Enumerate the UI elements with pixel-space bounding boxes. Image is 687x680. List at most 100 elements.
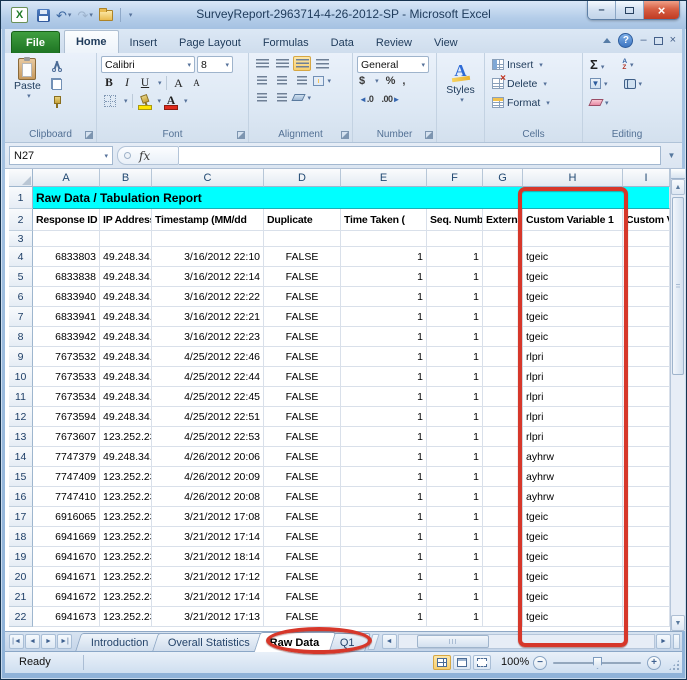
shrink-font-button[interactable]: A [189,75,205,91]
cell-D2[interactable]: Duplicate [264,209,341,231]
cell-A4[interactable]: 6833803 [33,247,100,267]
sort-filter-button[interactable]: AZ▾ [622,59,633,71]
cell-B7[interactable]: 49.248.34.202 [100,307,152,327]
scroll-up-button[interactable]: ▲ [671,179,685,195]
cell-B11[interactable]: 49.248.34.202 [100,387,152,407]
cell-E10[interactable]: 1 [341,367,427,387]
cell-E2[interactable]: Time Taken ( [341,209,427,231]
row-header-7[interactable]: 7 [9,307,33,327]
cell-F8[interactable]: 1 [427,327,483,347]
cell-H10[interactable]: rlpri [523,367,623,387]
zoom-slider-track[interactable] [553,662,641,664]
cell-E9[interactable]: 1 [341,347,427,367]
cell-H9[interactable]: rlpri [523,347,623,367]
insert-function-button[interactable]: fx [139,149,150,163]
cell-F18[interactable]: 1 [427,527,483,547]
cell-A16[interactable]: 7747410 [33,487,100,507]
increase-decimal-button[interactable]: ◄.0 [359,89,373,107]
cell-B2[interactable]: IP Address [100,209,152,231]
cell-D14[interactable]: FALSE [264,447,341,467]
formula-input[interactable] [179,146,661,165]
cell-I20[interactable] [623,567,670,587]
cell-B19[interactable]: 123.252.239.3 [100,547,152,567]
last-sheet-button[interactable]: ►| [57,634,72,649]
cell-I19[interactable] [623,547,670,567]
workbook-minimize-icon[interactable]: – [640,35,646,46]
cell-C17[interactable]: 3/21/2012 17:08 [152,507,264,527]
row-header-1[interactable]: 1 [9,187,33,209]
vertical-scroll-thumb[interactable] [672,197,684,375]
previous-sheet-button[interactable]: ◄ [25,634,40,649]
cell-F6[interactable]: 1 [427,287,483,307]
font-dialog-launcher[interactable] [237,131,245,139]
cell-G15[interactable] [483,467,523,487]
cell-I3[interactable] [623,231,670,247]
cell-C21[interactable]: 3/21/2012 17:14 [152,587,264,607]
cell-H6[interactable]: tgeic [523,287,623,307]
cell-D3[interactable] [264,231,341,247]
row-header-20[interactable]: 20 [9,567,33,587]
cell-I7[interactable] [623,307,670,327]
bottom-align-button[interactable] [293,56,311,71]
horizontal-scroll-track[interactable] [398,634,655,649]
cell-F11[interactable]: 1 [427,387,483,407]
decrease-indent-button[interactable] [253,90,271,105]
cell-A10[interactable]: 7673533 [33,367,100,387]
cell-F3[interactable] [427,231,483,247]
cell-A13[interactable]: 7673607 [33,427,100,447]
insert-cells-button[interactable]: Insert ▾ [492,56,578,73]
minimize-button[interactable]: – [588,1,616,19]
find-select-button[interactable]: ▾ [624,79,643,88]
cell-G20[interactable] [483,567,523,587]
cell-G11[interactable] [483,387,523,407]
column-header-F[interactable]: F [427,169,483,187]
vertical-scrollbar[interactable]: ▲ ▼ [670,169,685,631]
cell-D6[interactable]: FALSE [264,287,341,307]
borders-button[interactable] [101,93,119,109]
cell-C14[interactable]: 4/26/2012 20:06 [152,447,264,467]
cell-D19[interactable]: FALSE [264,547,341,567]
cell-F13[interactable]: 1 [427,427,483,447]
column-header-I[interactable]: I [623,169,670,187]
ribbon-tab-view[interactable]: View [423,32,469,53]
row-header-12[interactable]: 12 [9,407,33,427]
merge-center-button[interactable]: ▾ [313,73,331,88]
open-button[interactable] [98,6,114,24]
wrap-text-button[interactable] [313,56,331,71]
row-header-9[interactable]: 9 [9,347,33,367]
row-header-4[interactable]: 4 [9,247,33,267]
cell-H18[interactable]: tgeic [523,527,623,547]
cell-F5[interactable]: 1 [427,267,483,287]
cell-A19[interactable]: 6941670 [33,547,100,567]
cell-B22[interactable]: 123.252.239.3 [100,607,152,627]
cell-D11[interactable]: FALSE [264,387,341,407]
cell-B16[interactable]: 123.252.239.3 [100,487,152,507]
cell-B14[interactable]: 49.248.34.202 [100,447,152,467]
zoom-out-button[interactable]: − [533,656,547,670]
workbook-restore-icon[interactable] [654,37,663,45]
cell-E22[interactable]: 1 [341,607,427,627]
ribbon-tab-page-layout[interactable]: Page Layout [168,32,252,53]
cell-A21[interactable]: 6941672 [33,587,100,607]
cell-I11[interactable] [623,387,670,407]
horizontal-scroll-thumb[interactable] [417,635,489,648]
cell-D4[interactable]: FALSE [264,247,341,267]
cell-B9[interactable]: 49.248.34.202 [100,347,152,367]
row-header-22[interactable]: 22 [9,607,33,627]
row-header-3[interactable]: 3 [9,231,33,247]
cell-C15[interactable]: 4/26/2012 20:09 [152,467,264,487]
cell-C20[interactable]: 3/21/2012 17:12 [152,567,264,587]
cell-I18[interactable] [623,527,670,547]
column-header-E[interactable]: E [341,169,427,187]
cell-A1-merged-title[interactable]: Raw Data / Tabulation Report [33,187,670,209]
grow-font-button[interactable]: A [171,75,187,91]
underline-button[interactable]: U [137,75,153,91]
cell-D5[interactable]: FALSE [264,267,341,287]
paste-button[interactable]: Paste ▾ [9,56,46,102]
cell-H2[interactable]: Custom Variable 1 [523,209,623,231]
cell-D20[interactable]: FALSE [264,567,341,587]
cell-G5[interactable] [483,267,523,287]
redo-button[interactable]: ↷▾ [76,6,93,24]
cell-I22[interactable] [623,607,670,627]
fill-color-button[interactable] [137,93,153,109]
